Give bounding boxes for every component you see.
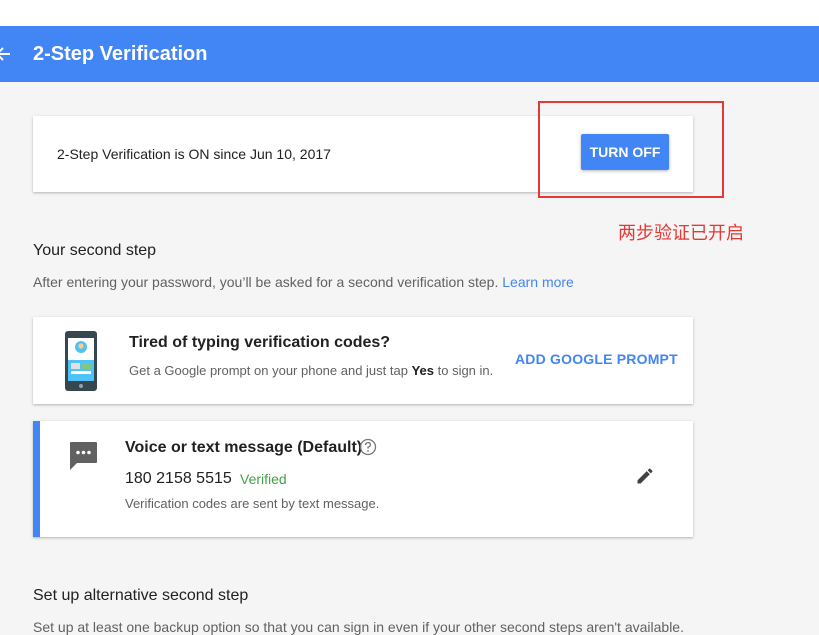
annotation-highlight-box (538, 101, 724, 198)
prompt-title: Tired of typing verification codes? (129, 334, 391, 351)
prompt-description-start: Get a Google prompt on your phone and ju… (129, 363, 412, 378)
default-accent-bar (33, 421, 40, 537)
second-step-title: Your second step (33, 242, 157, 259)
annotation-text: 两步验证已开启 (618, 223, 744, 244)
phone-icon (65, 331, 97, 391)
message-icon (70, 442, 97, 470)
add-google-prompt-button[interactable]: ADD GOOGLE PROMPT (515, 351, 678, 367)
pencil-icon[interactable] (635, 466, 655, 486)
learn-more-link[interactable]: Learn more (502, 274, 574, 290)
page-title: 2-Step Verification (33, 43, 208, 65)
alternative-step-description: Set up at least one backup option so tha… (33, 619, 684, 635)
verified-status: Verified (240, 471, 287, 487)
prompt-description: Get a Google prompt on your phone and ju… (129, 363, 493, 378)
voice-method-description: Verification codes are sent by text mess… (125, 496, 380, 511)
top-strip (0, 0, 819, 26)
app-bar: 2-Step Verification (0, 26, 819, 82)
prompt-description-end: to sign in. (434, 363, 494, 378)
google-prompt-card: Tired of typing verification codes? Get … (33, 317, 693, 404)
phone-number: 180 2158 5515 (125, 470, 232, 487)
alternative-step-title: Set up alternative second step (33, 587, 249, 604)
help-circle-icon[interactable] (359, 438, 377, 456)
voice-method-title: Voice or text message (Default) (125, 439, 363, 456)
second-step-description-text: After entering your password, you’ll be … (33, 274, 499, 290)
prompt-description-yes: Yes (411, 363, 434, 378)
second-step-description: After entering your password, you’ll be … (33, 274, 574, 290)
voice-text-message-card: Voice or text message (Default) 180 2158… (33, 421, 693, 537)
status-text: 2-Step Verification is ON since Jun 10, … (57, 146, 331, 162)
arrow-left-icon[interactable] (0, 43, 12, 65)
